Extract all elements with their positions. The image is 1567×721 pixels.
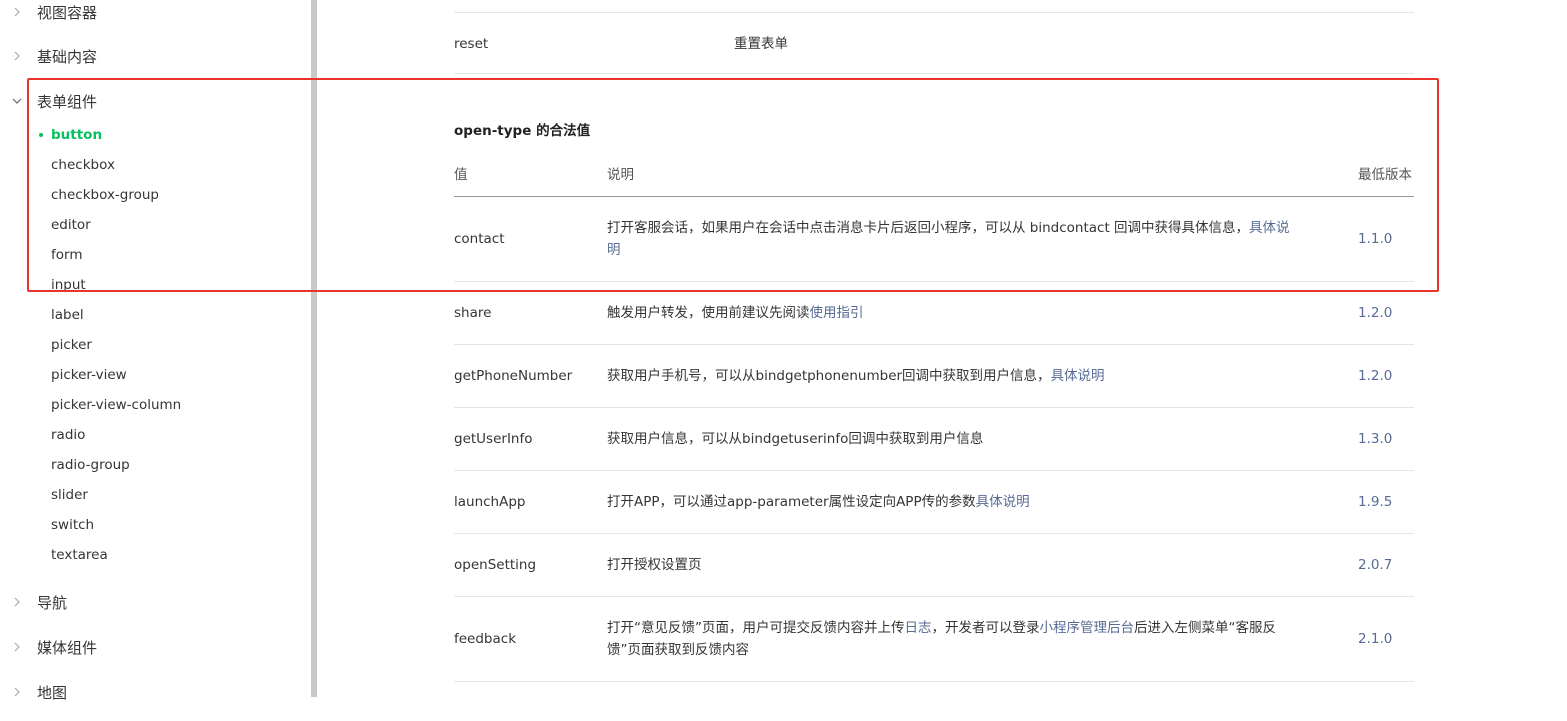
sidebar-item-checkbox-group[interactable]: checkbox-group <box>51 184 159 206</box>
sidebar-item-radio[interactable]: radio <box>51 424 85 446</box>
prev-table-desc: 重置表单 <box>734 36 788 52</box>
row-feedback-desc: 打开“意见反馈”页面，用户可提交反馈内容并上传日志，开发者可以登录小程序管理后台… <box>607 617 1317 661</box>
chevron-right-icon <box>11 686 23 698</box>
row-launchapp-version: 1.9.5 <box>1358 494 1393 510</box>
row-getphonenumber-desc: 获取用户手机号，可以从bindgetphonenumber回调中获取到用户信息，… <box>607 365 1105 387</box>
sidebar-group-map[interactable]: 地图 <box>0 677 300 707</box>
sidebar-group-form-components[interactable]: 表单组件 <box>0 86 300 116</box>
row-opensetting-desc: 打开授权设置页 <box>607 557 702 573</box>
sidebar-group-label: 视图容器 <box>37 3 98 22</box>
desc-text: ，开发者可以登录 <box>931 620 1040 636</box>
sidebar-item-form[interactable]: form <box>51 244 82 266</box>
desc-text: 打开APP，可以通过app-parameter属性设定向APP传的参数 <box>607 494 976 510</box>
row-feedback-value: feedback <box>454 631 517 647</box>
log-link[interactable]: 日志 <box>905 620 932 636</box>
sidebar-scrollbar[interactable] <box>311 0 317 697</box>
desc-text: 后进入左侧菜单“客服反 <box>1134 620 1276 636</box>
sidebar-item-textarea[interactable]: textarea <box>51 544 108 566</box>
sidebar-item-button[interactable]: button <box>51 124 102 146</box>
sidebar-item-picker[interactable]: picker <box>51 334 92 356</box>
desc-text: 馈”页面获取到反馈内容 <box>607 642 749 658</box>
row-share-version: 1.2.0 <box>1358 305 1393 321</box>
row-getuserinfo-value: getUserInfo <box>454 431 533 447</box>
row-share-value: share <box>454 305 492 321</box>
row-contact-desc: 打开客服会话，如果用户在会话中点击消息卡片后返回小程序，可以从 bindcont… <box>607 217 1317 261</box>
sidebar-group-basic-content[interactable]: 基础内容 <box>0 41 300 71</box>
section-title: open-type 的合法值 <box>454 123 591 139</box>
row-contact-version: 1.1.0 <box>1358 231 1393 247</box>
sidebar-item-slider[interactable]: slider <box>51 484 88 506</box>
sidebar-item-picker-view-column[interactable]: picker-view-column <box>51 394 181 416</box>
chevron-right-icon <box>11 641 23 653</box>
desc-text: 触发用户转发，使用前建议先阅读 <box>607 305 810 321</box>
table-divider <box>454 596 1414 597</box>
row-opensetting-version: 2.0.7 <box>1358 557 1393 573</box>
detail-link-continued[interactable]: 明 <box>607 242 621 258</box>
row-launchapp-value: launchApp <box>454 494 526 510</box>
sidebar-nav: 视图容器 基础内容 表单组件 button checkbox checkbox-… <box>0 0 310 721</box>
sidebar-item-label[interactable]: label <box>51 304 84 326</box>
sidebar-item-switch[interactable]: switch <box>51 514 94 536</box>
detail-link[interactable]: 具体说明 <box>976 494 1030 510</box>
desc-text: 打开客服会话，如果用户在会话中点击消息卡片后返回小程序，可以从 bindcont… <box>607 220 1250 236</box>
sidebar-group-label: 基础内容 <box>37 47 98 66</box>
row-share-desc: 触发用户转发，使用前建议先阅读使用指引 <box>607 302 864 324</box>
chevron-right-icon <box>11 596 23 608</box>
table-header-divider <box>454 196 1414 197</box>
sidebar-group-label: 媒体组件 <box>37 638 98 657</box>
row-contact-value: contact <box>454 231 505 247</box>
desc-text: 打开“意见反馈”页面，用户可提交反馈内容并上传 <box>607 620 905 636</box>
sidebar-item-input[interactable]: input <box>51 274 86 296</box>
sidebar-group-label: 地图 <box>37 683 68 702</box>
row-getuserinfo-desc: 获取用户信息，可以从bindgetuserinfo回调中获取到用户信息 <box>607 431 984 447</box>
header-value: 值 <box>454 167 468 183</box>
active-dot-icon <box>39 133 43 137</box>
table-divider <box>454 533 1414 534</box>
sidebar-group-media-components[interactable]: 媒体组件 <box>0 632 300 662</box>
table-divider <box>454 281 1414 282</box>
table-divider <box>454 470 1414 471</box>
row-feedback-version: 2.1.0 <box>1358 631 1393 647</box>
row-launchapp-desc: 打开APP，可以通过app-parameter属性设定向APP传的参数具体说明 <box>607 491 1030 513</box>
chevron-right-icon <box>11 6 23 18</box>
sidebar-item-picker-view[interactable]: picker-view <box>51 364 127 386</box>
sidebar-item-radio-group[interactable]: radio-group <box>51 454 130 476</box>
row-opensetting-value: openSetting <box>454 557 537 573</box>
detail-link[interactable]: 具体说 <box>1249 220 1290 236</box>
table-divider <box>454 73 1414 74</box>
table-divider <box>454 681 1414 682</box>
sidebar-item-editor[interactable]: editor <box>51 214 91 236</box>
row-getuserinfo-version: 1.3.0 <box>1358 431 1393 447</box>
sidebar-item-checkbox[interactable]: checkbox <box>51 154 115 176</box>
detail-link[interactable]: 具体说明 <box>1051 368 1105 384</box>
header-desc: 说明 <box>607 167 634 183</box>
sidebar-group-navigation[interactable]: 导航 <box>0 587 300 617</box>
usage-guide-link[interactable]: 使用指引 <box>810 305 864 321</box>
admin-console-link[interactable]: 小程序管理后台 <box>1040 620 1135 636</box>
table-divider <box>454 344 1414 345</box>
desc-text: 获取用户手机号，可以从bindgetphonenumber回调中获取到用户信息， <box>607 368 1051 384</box>
chevron-right-icon <box>11 50 23 62</box>
header-version: 最低版本 <box>1358 167 1412 183</box>
row-getphonenumber-version: 1.2.0 <box>1358 368 1393 384</box>
table-divider <box>454 407 1414 408</box>
sidebar-group-view-container[interactable]: 视图容器 <box>0 0 300 27</box>
sidebar-group-label: 导航 <box>37 593 68 612</box>
prev-table-value: reset <box>454 36 489 52</box>
chevron-down-icon <box>11 95 23 107</box>
sidebar-group-label: 表单组件 <box>37 92 98 111</box>
row-getphonenumber-value: getPhoneNumber <box>454 368 573 384</box>
table-divider <box>454 12 1414 13</box>
